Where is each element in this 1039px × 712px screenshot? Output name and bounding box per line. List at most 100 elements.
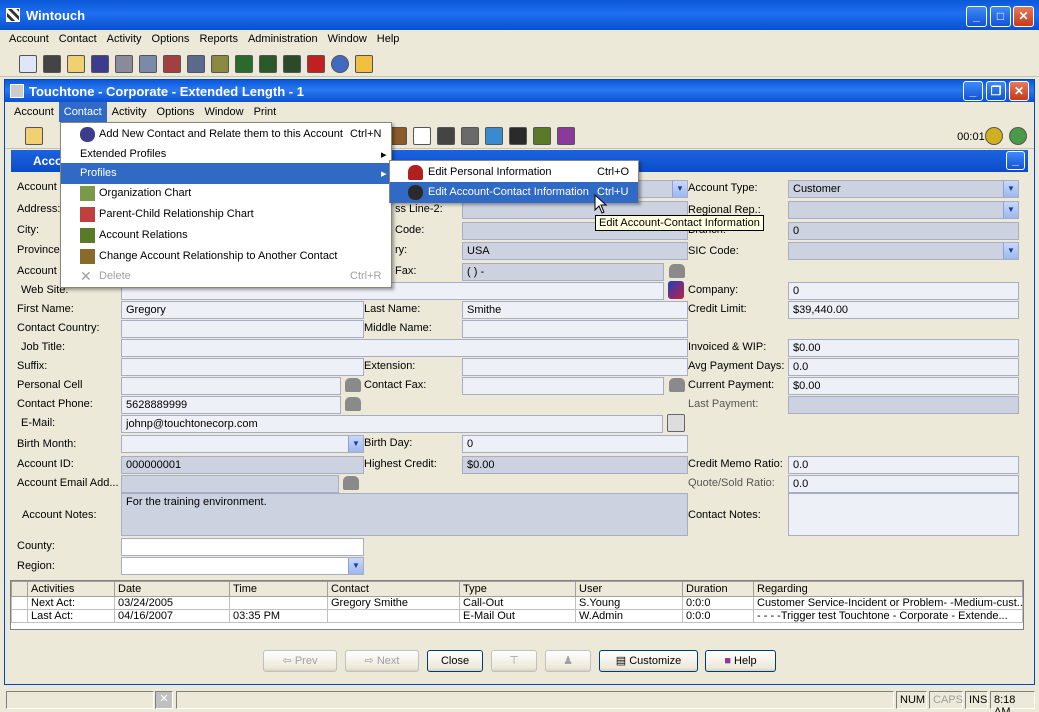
lock-icon[interactable]: [355, 55, 373, 73]
status-close-icon[interactable]: ✕: [155, 691, 173, 709]
child-menu-account[interactable]: Account: [9, 102, 59, 118]
cell-user: W.Admin: [575, 609, 683, 623]
calculator-icon[interactable]: [461, 127, 479, 145]
submenu-arrow-icon: ▸: [381, 168, 387, 180]
menu-item-change-relationship[interactable]: Change Account Relationship to Another C…: [61, 246, 391, 267]
relations-button[interactable]: ♟: [545, 650, 591, 672]
collapse-section-button[interactable]: _: [1006, 151, 1025, 170]
child-menu-window[interactable]: Window: [199, 102, 248, 118]
folder-icon[interactable]: [67, 55, 85, 73]
next-button[interactable]: ⇨ Next: [345, 650, 419, 672]
child-menu-activity[interactable]: Activity: [107, 102, 152, 118]
account-window-title: Touchtone - Corporate - Extended Length …: [29, 84, 304, 99]
change-relationship-icon: [80, 249, 95, 264]
child-restore-button[interactable]: ❐: [986, 81, 1006, 101]
menu-administration[interactable]: Administration: [243, 30, 323, 45]
calendar-icon[interactable]: [115, 55, 133, 73]
menu-item-label: Add New Contact and Relate them to this …: [99, 128, 343, 140]
menu-item-org-chart[interactable]: Organization Chart: [61, 183, 391, 204]
open-folder-icon[interactable]: [25, 127, 43, 145]
menu-item-label: Change Account Relationship to Another C…: [99, 250, 338, 262]
cell-date: 04/16/2007: [114, 609, 230, 623]
child-menu-contact[interactable]: Contact: [58, 102, 107, 122]
table-row[interactable]: Last Act: 04/16/2007 03:35 PM E-Mail Out…: [11, 609, 1023, 623]
globe-icon[interactable]: [331, 55, 349, 73]
menu-item-label: Parent-Child Relationship Chart: [99, 208, 254, 220]
settings-gear-icon[interactable]: [1009, 127, 1027, 145]
menu-item-profiles[interactable]: Profiles ▸: [61, 163, 391, 184]
child-minimize-button[interactable]: _: [963, 81, 983, 101]
relationship-icon[interactable]: [533, 127, 551, 145]
pause-timer-icon[interactable]: [985, 127, 1003, 145]
customize-button[interactable]: ▤ Customize: [599, 650, 698, 672]
task-list-icon[interactable]: [187, 55, 205, 73]
cell-contact: [327, 609, 460, 623]
refresh-icon[interactable]: [485, 127, 503, 145]
account-window-title-bar: Touchtone - Corporate - Extended Length …: [5, 80, 1034, 102]
close-window-button[interactable]: ✕: [1013, 6, 1034, 27]
prev-button[interactable]: ⇦ Prev: [263, 650, 337, 672]
caps-lock-indicator: CAPS: [929, 691, 963, 709]
contacts-icon[interactable]: [91, 55, 109, 73]
people-icon[interactable]: [509, 127, 527, 145]
col-user[interactable]: User: [575, 581, 683, 597]
menu-account[interactable]: Account: [4, 30, 54, 45]
account-contact-icon: [408, 185, 423, 200]
computer-icon[interactable]: [235, 55, 253, 73]
menu-item-extended-profiles[interactable]: Extended Profiles ▸: [61, 144, 391, 165]
menu-item-label: Account Relations: [99, 229, 188, 241]
cell-time: 03:35 PM: [229, 609, 328, 623]
menu-help[interactable]: Help: [372, 30, 405, 45]
col-time[interactable]: Time: [229, 581, 328, 597]
menu-item-delete[interactable]: ✕ Delete Ctrl+R: [61, 266, 391, 287]
menu-options[interactable]: Options: [147, 30, 195, 45]
book-icon[interactable]: [557, 127, 575, 145]
document-icon[interactable]: [413, 127, 431, 145]
menu-activity[interactable]: Activity: [102, 30, 147, 45]
col-contact[interactable]: Contact: [327, 581, 460, 597]
row-marker: [11, 609, 28, 623]
col-activities[interactable]: Activities: [27, 581, 115, 597]
calendar-month-icon[interactable]: [163, 55, 181, 73]
menu-item-edit-personal-info[interactable]: Edit Personal Information Ctrl+O: [390, 162, 638, 183]
main-menu-bar: Account Contact Activity Options Reports Admi…: [0, 30, 1039, 49]
notes-icon[interactable]: [211, 55, 229, 73]
maximize-button[interactable]: □: [990, 6, 1011, 27]
menu-item-add-contact[interactable]: Add New Contact and Relate them to this …: [61, 124, 391, 145]
org-chart-button[interactable]: ⊤: [491, 650, 537, 672]
col-duration[interactable]: Duration: [682, 581, 754, 597]
calendar-week-icon[interactable]: [139, 55, 157, 73]
network-icon[interactable]: [259, 55, 277, 73]
find-contact-icon[interactable]: [43, 55, 61, 73]
add-contact-icon: [80, 127, 95, 142]
reports-icon[interactable]: [307, 55, 325, 73]
search-icon[interactable]: [19, 55, 37, 73]
menu-reports[interactable]: Reports: [194, 30, 243, 45]
terminal-icon[interactable]: [283, 55, 301, 73]
account-menu-bar: Account Contact Activity Options Window Print: [5, 102, 1034, 122]
cell-type: E-Mail Out: [459, 609, 576, 623]
child-menu-print[interactable]: Print: [249, 102, 282, 118]
customize-label: Customize: [629, 655, 682, 667]
menu-window[interactable]: Window: [323, 30, 372, 45]
col-date[interactable]: Date: [114, 581, 230, 597]
col-regarding[interactable]: Regarding: [753, 581, 1023, 597]
menu-item-account-relations[interactable]: Account Relations: [61, 225, 391, 246]
help-button[interactable]: ■ Help: [705, 650, 776, 672]
row-marker: [11, 596, 28, 610]
cell-regarding: - - - -Trigger test Touchtone - Corporat…: [753, 609, 1023, 623]
close-button[interactable]: Close: [427, 650, 483, 672]
child-close-button[interactable]: ✕: [1009, 81, 1029, 101]
customize-icon: ▤: [615, 655, 630, 667]
relations-icon: ♟: [563, 655, 573, 667]
cell-type: Call-Out: [459, 596, 576, 610]
table-row[interactable]: Next Act: 03/24/2005 Gregory Smithe Call…: [11, 596, 1023, 610]
minimize-button[interactable]: _: [966, 6, 987, 27]
menu-contact[interactable]: Contact: [54, 30, 102, 45]
menu-item-parent-child-chart[interactable]: Parent-Child Relationship Chart: [61, 204, 391, 225]
col-type[interactable]: Type: [459, 581, 576, 597]
print-icon[interactable]: [437, 127, 455, 145]
next-arrow-icon: ⇨: [364, 655, 377, 667]
child-menu-options[interactable]: Options: [152, 102, 200, 118]
help-label: Help: [734, 655, 757, 667]
